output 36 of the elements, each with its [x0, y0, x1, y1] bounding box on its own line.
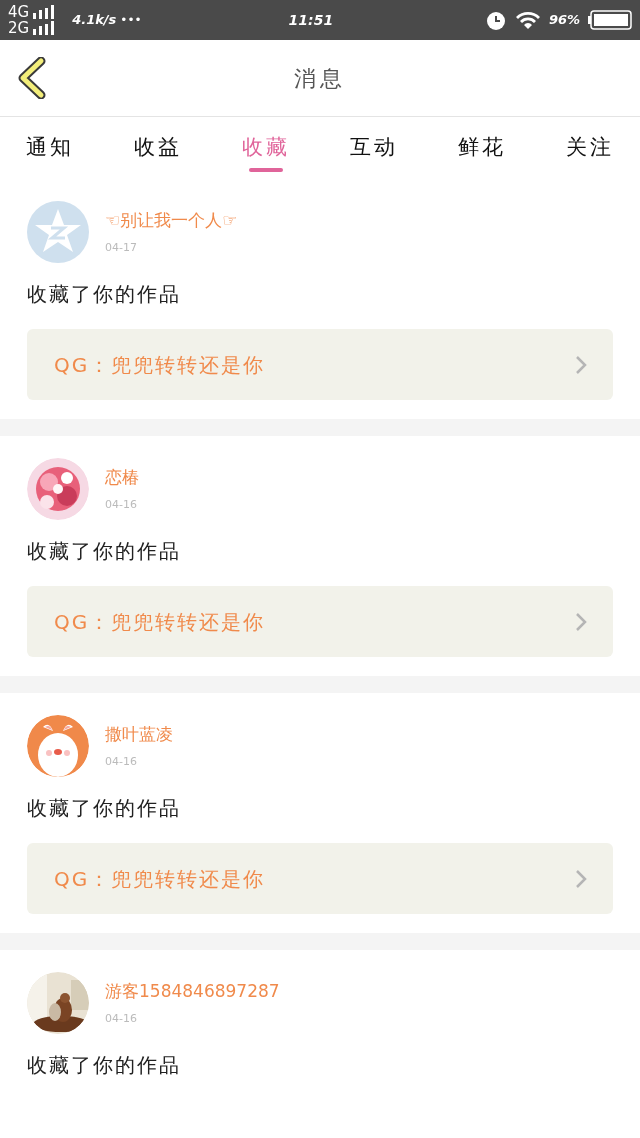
- clock: 11:51: [288, 10, 334, 30]
- tab[interactable]: 互动: [344, 117, 404, 179]
- tab[interactable]: 鲜花: [452, 117, 512, 179]
- battery-icon: [588, 10, 632, 30]
- network-speed: 4.1k/s: [72, 11, 117, 30]
- back-icon: [17, 57, 47, 99]
- page-title: 消息: [294, 64, 346, 93]
- message-text: 收藏了你的作品: [27, 281, 182, 308]
- more-dots: •••: [120, 12, 142, 29]
- chevron-right-icon: [575, 611, 587, 632]
- message-text: 收藏了你的作品: [27, 538, 182, 565]
- work-title: QG：兜兜转转还是你: [54, 865, 266, 893]
- message-text: 收藏了你的作品: [27, 1052, 182, 1079]
- message-date: 04-16: [105, 753, 138, 770]
- message-text: 收藏了你的作品: [27, 795, 182, 822]
- tab[interactable]: 通知: [20, 117, 80, 179]
- chevron-right-icon: [575, 868, 587, 889]
- alarm-icon: [484, 9, 507, 31]
- user-name: 游客1584846897287: [105, 980, 280, 1003]
- chevron-right-icon: [575, 354, 587, 375]
- work-title: QG：兜兜转转还是你: [54, 608, 266, 636]
- back-button[interactable]: [16, 56, 48, 100]
- user-name: ☜别让我一个人☞: [105, 209, 238, 232]
- work-title: QG：兜兜转转还是你: [54, 351, 266, 379]
- battery-percent: 96%: [548, 11, 580, 30]
- wifi-icon: [514, 11, 541, 29]
- user-name: 恋椿: [105, 466, 139, 489]
- user-name: 撒叶蓝凌: [105, 723, 173, 746]
- message-date: 04-16: [105, 1010, 138, 1027]
- tab[interactable]: 关注: [560, 117, 620, 179]
- network-label: 2G: [8, 20, 30, 36]
- message-date: 04-16: [105, 496, 138, 513]
- tab[interactable]: 收益: [128, 117, 188, 179]
- message-date: 04-17: [105, 239, 138, 256]
- network-label: 4G: [8, 4, 30, 20]
- tab-indicator: [249, 168, 283, 172]
